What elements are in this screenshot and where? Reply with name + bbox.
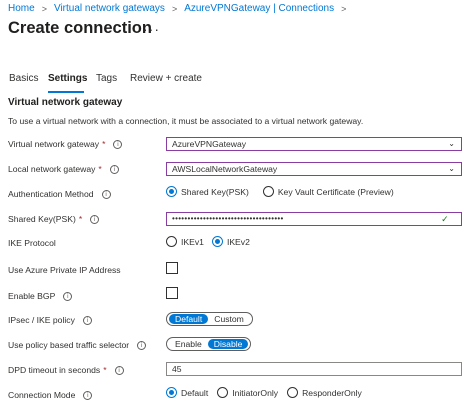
required-marker: * xyxy=(78,214,83,224)
bgp-label: Enable BGP i xyxy=(8,291,73,301)
vng-label: Virtual network gateway * i xyxy=(8,139,123,149)
required-marker: * xyxy=(98,164,102,174)
mode-initiator-label[interactable]: InitiatorOnly xyxy=(232,388,278,398)
ipsec-custom-option[interactable]: Custom xyxy=(208,314,250,324)
info-icon[interactable]: i xyxy=(82,315,92,325)
ikev1-label[interactable]: IKEv1 xyxy=(181,237,204,247)
psk-input[interactable]: •••••••••••••••••••••••••••••••••••• ✓ xyxy=(166,212,462,226)
psk-label: Shared Key(PSK) * i xyxy=(8,214,100,224)
policy-enable-option[interactable]: Enable xyxy=(169,339,208,349)
page-title: Create connection xyxy=(8,19,152,37)
info-icon[interactable]: i xyxy=(63,291,73,301)
info-icon[interactable]: i xyxy=(83,390,93,400)
more-options-icon[interactable]: ··· xyxy=(143,21,160,37)
bgp-label-text: Enable BGP xyxy=(8,291,56,301)
lng-select[interactable]: AWSLocalNetworkGateway ⌄ xyxy=(166,162,462,176)
chevron-down-icon: ⌄ xyxy=(448,139,455,148)
vng-select[interactable]: AzureVPNGateway ⌄ xyxy=(166,137,462,151)
mode-default-label[interactable]: Default xyxy=(181,388,208,398)
policy-selector-label-text: Use policy based traffic selector xyxy=(8,340,130,350)
psk-label-text: Shared Key(PSK) xyxy=(8,214,76,224)
breadcrumb-virtual-network-gateways[interactable]: Virtual network gateways xyxy=(54,3,165,14)
auth-options: Shared Key(PSK) Key Vault Certificate (P… xyxy=(166,186,394,197)
required-marker: * xyxy=(102,139,106,149)
chevron-down-icon: ⌄ xyxy=(448,164,455,173)
psk-value: •••••••••••••••••••••••••••••••••••• xyxy=(172,214,284,223)
ikev2-radio[interactable] xyxy=(211,236,223,247)
dpd-label-text: DPD timeout in seconds xyxy=(8,365,101,375)
mode-initiator-radio[interactable] xyxy=(217,387,229,398)
breadcrumb-connections[interactable]: AzureVPNGateway | Connections xyxy=(184,3,334,14)
ikev1-radio[interactable] xyxy=(166,236,177,247)
lng-label-text: Local network gateway xyxy=(8,164,96,174)
mode-label: Connection Mode i xyxy=(8,390,93,400)
info-icon[interactable]: i xyxy=(114,365,124,375)
checkmark-icon: ✓ xyxy=(441,214,449,224)
breadcrumb-home[interactable]: Home xyxy=(8,3,35,14)
bgp-checkbox[interactable] xyxy=(166,287,178,299)
tab-basics[interactable]: Basics xyxy=(9,73,38,84)
chevron-right-icon: > xyxy=(171,3,178,14)
tab-tags[interactable]: Tags xyxy=(96,73,117,84)
ike-options: IKEv1 IKEv2 xyxy=(166,236,250,247)
ipsec-default-option[interactable]: Default xyxy=(169,314,209,324)
ipsec-label-text: IPsec / IKE policy xyxy=(8,315,75,325)
section-title: Virtual network gateway xyxy=(8,97,123,108)
active-tab-indicator xyxy=(48,91,84,93)
private-ip-label: Use Azure Private IP Address xyxy=(8,265,121,275)
chevron-right-icon: > xyxy=(41,3,47,14)
ipsec-toggle: Default Custom xyxy=(166,312,253,326)
policy-selector-label: Use policy based traffic selector i xyxy=(8,340,147,350)
auth-label: Authentication Method i xyxy=(8,189,111,199)
info-icon[interactable]: i xyxy=(109,164,119,174)
dpd-input[interactable]: 45 xyxy=(166,362,462,376)
info-icon[interactable]: i xyxy=(113,139,123,149)
auth-keyvault-label[interactable]: Key Vault Certificate (Preview) xyxy=(278,187,394,197)
auth-psk-radio[interactable] xyxy=(166,186,177,197)
tab-review-create[interactable]: Review + create xyxy=(130,73,202,84)
vng-value: AzureVPNGateway xyxy=(172,139,247,149)
info-icon[interactable]: i xyxy=(101,189,111,199)
required-marker: * xyxy=(103,365,107,375)
mode-responder-radio[interactable] xyxy=(287,387,299,398)
info-icon[interactable]: i xyxy=(90,214,100,224)
lng-value: AWSLocalNetworkGateway xyxy=(172,164,278,174)
ikev2-label[interactable]: IKEv2 xyxy=(227,237,250,247)
ipsec-label: IPsec / IKE policy i xyxy=(8,315,92,325)
mode-options: Default InitiatorOnly ResponderOnly xyxy=(166,387,362,398)
dpd-label: DPD timeout in seconds * i xyxy=(8,365,124,375)
tab-settings[interactable]: Settings xyxy=(48,73,87,84)
ike-label: IKE Protocol xyxy=(8,238,56,248)
auth-psk-label[interactable]: Shared Key(PSK) xyxy=(181,187,249,197)
private-ip-label-text: Use Azure Private IP Address xyxy=(8,265,121,275)
mode-responder-label[interactable]: ResponderOnly xyxy=(302,388,362,398)
info-icon[interactable]: i xyxy=(137,340,147,350)
section-description: To use a virtual network with a connecti… xyxy=(8,116,364,126)
chevron-right-icon: > xyxy=(341,3,347,14)
mode-label-text: Connection Mode xyxy=(8,390,76,400)
vng-label-text: Virtual network gateway xyxy=(8,139,100,149)
lng-label: Local network gateway * i xyxy=(8,164,119,174)
auth-keyvault-radio[interactable] xyxy=(262,186,274,197)
dpd-value: 45 xyxy=(172,364,182,374)
breadcrumb: Home > Virtual network gateways > AzureV… xyxy=(8,3,353,14)
policy-selector-toggle: Enable Disable xyxy=(166,337,252,351)
private-ip-checkbox[interactable] xyxy=(166,262,178,274)
mode-default-radio[interactable] xyxy=(166,387,177,398)
policy-disable-option[interactable]: Disable xyxy=(207,339,249,349)
ike-label-text: IKE Protocol xyxy=(8,238,56,248)
auth-label-text: Authentication Method xyxy=(8,189,94,199)
